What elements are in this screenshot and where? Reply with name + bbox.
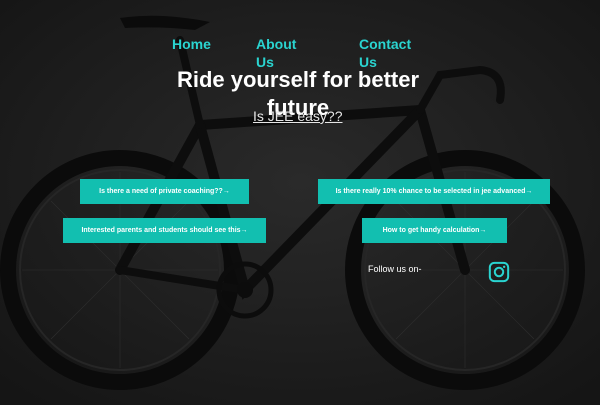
nav-link-home[interactable]: Home [172,35,211,53]
handy-calculation-button[interactable]: How to get handy calculation→ [362,218,507,243]
parents-students-button[interactable]: Interested parents and students should s… [63,218,266,243]
jee-advanced-chance-button[interactable]: Is there really 10% chance to be selecte… [318,179,550,204]
jee-easy-link[interactable]: Is JEE easy?? [253,108,343,124]
follow-us-label: Follow us on- [368,264,422,274]
instagram-icon[interactable] [488,261,510,283]
private-coaching-button[interactable]: Is there a need of private coaching??→ [80,179,249,204]
